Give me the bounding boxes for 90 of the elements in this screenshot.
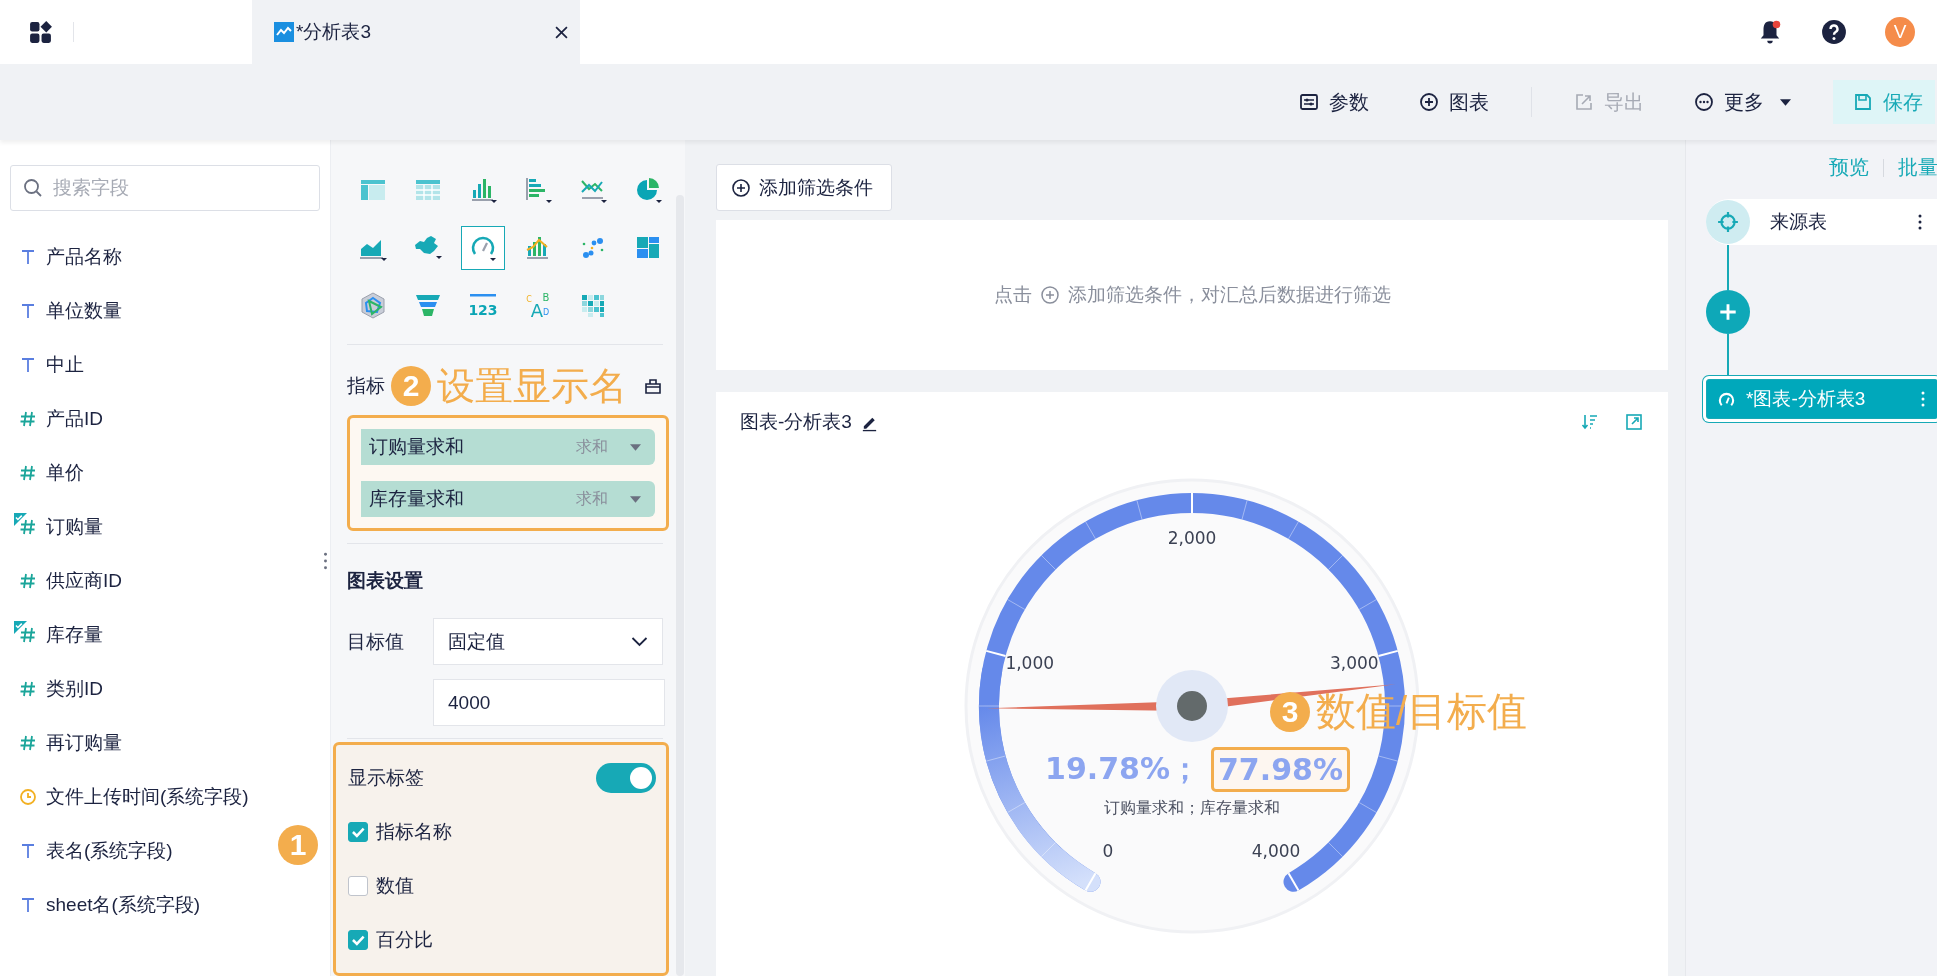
field-name: 文件上传时间(系统字段) — [46, 785, 249, 809]
field-item[interactable]: 再订购量 — [10, 716, 128, 770]
field-item[interactable]: 中止 — [10, 338, 90, 392]
metric-name: 库存量求和 — [369, 487, 464, 511]
checkbox[interactable] — [348, 876, 368, 896]
tick-label: 0 — [1102, 841, 1114, 862]
target-value-input[interactable]: 4000 — [433, 679, 665, 726]
toggle-label: 显示标签 — [348, 766, 424, 790]
params-button[interactable]: 参数 — [1291, 80, 1377, 124]
field-item[interactable]: 产品名称 — [10, 230, 128, 284]
annotation-text: 设置显示名 — [437, 363, 627, 409]
help-icon[interactable] — [1821, 19, 1847, 45]
field-item[interactable]: 类别ID — [10, 662, 109, 716]
field-name: 库存量 — [46, 623, 103, 647]
target-select[interactable]: 固定值 — [433, 618, 663, 665]
field-name: 表名(系统字段) — [46, 839, 173, 863]
field-name: 单位数量 — [46, 299, 122, 323]
target-icon — [1706, 200, 1750, 244]
tick-label: 2,000 — [1167, 528, 1217, 548]
field-item[interactable]: 产品ID — [10, 392, 109, 446]
connector-line — [1727, 245, 1729, 290]
field-name: 产品ID — [46, 407, 103, 431]
chevron-down-icon — [631, 636, 648, 647]
sort-icon[interactable] — [1580, 412, 1600, 432]
chart-type-button[interactable] — [461, 226, 505, 270]
field-item[interactable]: 文件上传时间(系统字段) — [10, 770, 255, 824]
annotation-number: 2 — [391, 366, 431, 406]
metric-name: 订购量求和 — [369, 435, 464, 459]
gauge-value: 77.98% — [1211, 747, 1350, 792]
more-button[interactable]: 更多 — [1686, 80, 1799, 124]
needle-pivot — [1177, 691, 1207, 721]
field-item[interactable]: 单位数量 — [10, 284, 128, 338]
sliders-icon — [1299, 92, 1319, 112]
document-tab[interactable]: *分析表3 — [252, 0, 580, 64]
chart-button[interactable]: 图表 — [1411, 80, 1497, 124]
more-vertical-icon[interactable] — [1918, 214, 1922, 230]
add-icon — [731, 177, 751, 198]
hint-text: 点击 — [993, 283, 1032, 307]
section-label: 指标 — [347, 374, 385, 398]
search-field[interactable]: 搜索字段 — [10, 165, 320, 211]
drag-handle-icon[interactable] — [323, 552, 328, 570]
more-icon — [1694, 92, 1714, 112]
caret-icon[interactable] — [630, 495, 641, 503]
checkbox-label: 数值 — [376, 874, 414, 898]
chart-title: 图表-分析表3 — [740, 410, 852, 434]
caret-icon — [1780, 98, 1791, 106]
close-icon[interactable] — [555, 25, 568, 39]
line-chart-icon — [274, 22, 294, 42]
field-name: 产品名称 — [46, 245, 122, 269]
aggregation-label: 求和 — [576, 436, 608, 457]
field-name: 单价 — [46, 461, 84, 485]
field-name: 中止 — [46, 353, 84, 377]
checkbox-label: 百分比 — [376, 928, 433, 952]
field-name: 类别ID — [46, 677, 103, 701]
gauge-value: 19.78%； — [1044, 750, 1201, 788]
field-name: 订购量 — [46, 515, 103, 539]
tick-label: 1,000 — [1005, 652, 1055, 673]
field-item[interactable]: 表名(系统字段) — [10, 824, 179, 878]
field-item[interactable]: sheet名(系统字段) — [10, 878, 207, 932]
field-item[interactable]: 单价 — [10, 446, 90, 500]
add-icon — [1039, 285, 1060, 305]
metric-pill[interactable]: 订购量求和 求和 — [361, 429, 655, 465]
hint-text: 添加筛选条件，对汇总后数据进行筛选 — [1067, 283, 1391, 307]
plus-icon — [1717, 301, 1739, 323]
section-title: 图表设置 — [347, 569, 424, 593]
box-icon[interactable] — [643, 376, 663, 396]
field-name: 供应商ID — [46, 569, 122, 593]
tick-label: 3,000 — [1329, 652, 1379, 673]
search-icon — [23, 178, 43, 198]
source-node[interactable]: 来源表 — [1706, 199, 1937, 245]
checkbox-label: 指标名称 — [376, 820, 452, 844]
tick-label: 4,000 — [1251, 841, 1301, 862]
gauge-caption: 订购量求和；库存量求和 — [1103, 798, 1281, 818]
save-icon — [1853, 92, 1873, 112]
add-node-button[interactable] — [1706, 290, 1750, 334]
expand-icon[interactable] — [1624, 412, 1644, 432]
field-name: sheet名(系统字段) — [46, 893, 201, 917]
add-icon — [1419, 92, 1439, 112]
export-icon — [1574, 92, 1594, 112]
field-label: 目标值 — [347, 629, 405, 654]
caret-icon[interactable] — [630, 443, 641, 451]
field-item[interactable]: 供应商ID — [10, 554, 128, 608]
checkbox[interactable] — [348, 930, 368, 950]
aggregation-label: 求和 — [576, 488, 608, 509]
add-filter-button[interactable]: 添加筛选条件 — [716, 164, 892, 211]
field-name: 再订购量 — [46, 731, 122, 755]
toggle-switch[interactable] — [596, 763, 656, 793]
checkbox[interactable] — [348, 822, 368, 842]
apps-icon[interactable] — [28, 19, 53, 45]
metric-pill[interactable]: 库存量求和 求和 — [361, 481, 655, 517]
